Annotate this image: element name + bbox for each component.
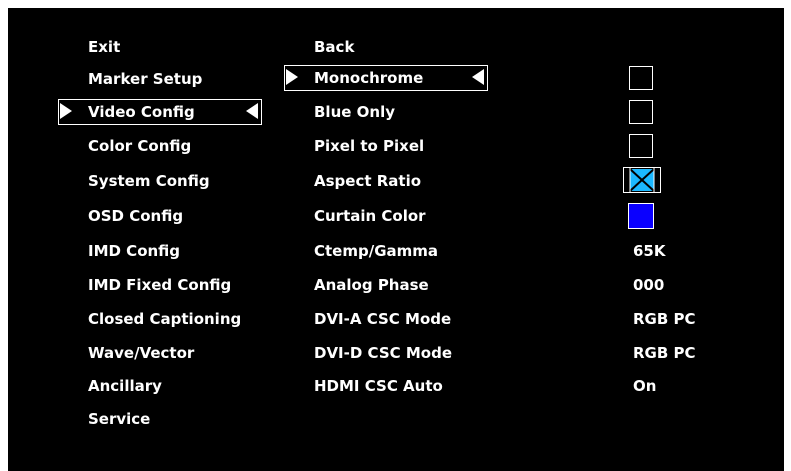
submenu-item-back[interactable]: Back [314,35,354,59]
dvi-d-csc-mode-value: RGB PC [633,344,696,362]
submenu-item-ctemp-gamma[interactable]: Ctemp/Gamma [314,239,438,263]
submenu-item-blue-only[interactable]: Blue Only [314,100,395,124]
selection-arrow-left-icon [246,103,258,119]
submenu-item-monochrome[interactable]: Monochrome [314,66,423,90]
menu-item-system-config[interactable]: System Config [88,169,210,193]
submenu-item-curtain-color[interactable]: Curtain Color [314,204,426,228]
menu-item-color-config[interactable]: Color Config [88,134,191,158]
hdmi-csc-auto-value: On [633,377,657,395]
submenu-item-dvi-a-csc-mode[interactable]: DVI-A CSC Mode [314,307,451,331]
menu-item-closed-captioning[interactable]: Closed Captioning [88,307,241,331]
submenu-item-pixel-to-pixel[interactable]: Pixel to Pixel [314,134,424,158]
menu-item-imd-config[interactable]: IMD Config [88,239,180,263]
ctemp-gamma-value: 65K [633,242,666,260]
submenu-arrow-right-icon [286,69,298,85]
analog-phase-value: 000 [633,276,665,294]
menu-item-ancillary[interactable]: Ancillary [88,374,162,398]
menu-item-video-config[interactable]: Video Config [88,100,195,124]
curtain-color-swatch[interactable] [628,203,654,229]
menu-item-marker-setup[interactable]: Marker Setup [88,67,202,91]
monochrome-checkbox[interactable] [629,66,653,90]
menu-item-imd-fixed-config[interactable]: IMD Fixed Config [88,273,231,297]
osd-menu-screen: Exit Marker Setup Video Config Color Con… [8,8,784,471]
submenu-item-dvi-d-csc-mode[interactable]: DVI-D CSC Mode [314,341,452,365]
submenu-item-aspect-ratio[interactable]: Aspect Ratio [314,169,421,193]
menu-item-osd-config[interactable]: OSD Config [88,204,183,228]
menu-item-service[interactable]: Service [88,407,150,431]
submenu-item-hdmi-csc-auto[interactable]: HDMI CSC Auto [314,374,443,398]
submenu-item-analog-phase[interactable]: Analog Phase [314,273,429,297]
pixel-to-pixel-checkbox[interactable] [629,134,653,158]
menu-item-exit[interactable]: Exit [88,35,120,59]
menu-item-wave-vector[interactable]: Wave/Vector [88,341,194,365]
blue-only-checkbox[interactable] [629,100,653,124]
aspect-ratio-icon[interactable] [623,167,661,193]
submenu-arrow-left-icon [472,69,484,85]
dvi-a-csc-mode-value: RGB PC [633,310,696,328]
selection-arrow-right-icon [60,103,72,119]
